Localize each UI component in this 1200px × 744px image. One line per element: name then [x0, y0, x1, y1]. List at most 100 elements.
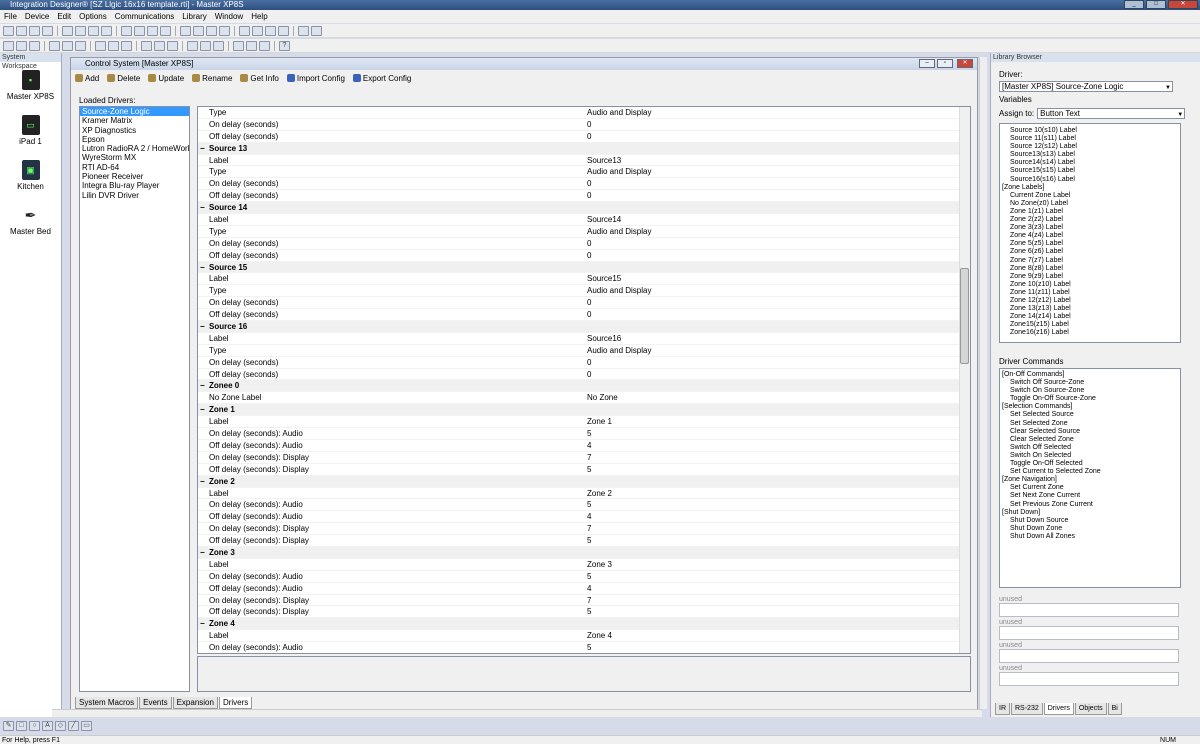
loaded-drivers-list[interactable]: Source-Zone Logic Kramer Matrix XP Diagnos…	[79, 106, 190, 692]
property-row[interactable]: On delay (seconds) 0	[198, 357, 970, 369]
shapes-icon[interactable]	[233, 40, 244, 51]
properties-icon[interactable]	[187, 40, 198, 51]
unused-field[interactable]	[999, 672, 1179, 686]
variable-item[interactable]: Zone 7(z7) Label	[1002, 257, 1180, 265]
property-value[interactable]: 0	[587, 309, 591, 321]
menu-help[interactable]: Help	[247, 10, 271, 23]
property-row[interactable]: On delay (seconds) 0	[198, 119, 970, 131]
open-recent-icon[interactable]	[29, 40, 40, 51]
property-row[interactable]: Type Audio and Display	[198, 226, 970, 238]
undo-icon[interactable]	[95, 40, 106, 51]
collapse-icon[interactable]: −	[200, 404, 205, 416]
property-value[interactable]: 0	[587, 369, 591, 381]
align-left-icon[interactable]	[62, 25, 73, 36]
child-close-button[interactable]: ✕	[957, 59, 973, 68]
menu-edit[interactable]: Edit	[53, 10, 75, 23]
device-kitchen[interactable]: ▣ Kitchen	[0, 160, 61, 191]
group-icon[interactable]	[239, 25, 250, 36]
variable-item[interactable]: Zone 4(z4) Label	[1002, 232, 1180, 240]
property-value[interactable]: 0	[587, 297, 591, 309]
properties-scroll-thumb[interactable]	[960, 268, 969, 364]
library-tab-ir[interactable]: IR	[995, 703, 1010, 715]
property-value[interactable]: Audio and Display	[587, 166, 651, 178]
property-row[interactable]: On delay (seconds): Display 7	[198, 452, 970, 464]
rename-button[interactable]: Rename	[192, 74, 232, 83]
menu-file[interactable]: File	[0, 10, 21, 23]
library-tab-objects[interactable]: Objects	[1074, 703, 1107, 715]
property-category[interactable]: − Source 16	[198, 321, 970, 333]
delete-icon[interactable]	[167, 40, 178, 51]
variable-item[interactable]: Zone 1(z1) Label	[1002, 208, 1180, 216]
property-value[interactable]: Zone 2	[587, 488, 612, 500]
workspace-horizontal-scrollbar[interactable]	[52, 709, 982, 717]
property-row[interactable]: On delay (seconds): Audio 5	[198, 428, 970, 440]
property-value[interactable]: 5	[587, 535, 591, 547]
size-width-icon[interactable]	[180, 25, 191, 36]
command-item[interactable]: Set Current Zone	[1002, 484, 1180, 492]
add-button[interactable]: Add	[75, 74, 99, 83]
rectangle-tool-icon[interactable]: □	[16, 721, 27, 731]
property-row[interactable]: Off delay (seconds) 0	[198, 369, 970, 381]
copy-icon[interactable]	[16, 25, 27, 36]
menu-device[interactable]: Device	[21, 10, 53, 23]
property-value[interactable]: 0	[587, 178, 591, 190]
library-tab-rs-232[interactable]: RS-232	[1011, 703, 1043, 715]
variable-item[interactable]: Source 12(s12) Label	[1002, 143, 1180, 151]
property-row[interactable]: On delay (seconds) 0	[198, 238, 970, 250]
collapse-icon[interactable]: −	[200, 202, 205, 214]
property-row[interactable]: Type Audio and Display	[198, 285, 970, 298]
ungroup-icon[interactable]	[252, 25, 263, 36]
button-tool-icon[interactable]: ▭	[81, 721, 92, 731]
property-value[interactable]: 7	[587, 452, 591, 464]
property-value[interactable]: Audio and Display	[587, 345, 651, 357]
variable-item[interactable]: Zone15(z15) Label	[1002, 321, 1180, 329]
variable-item[interactable]: Zone 11(z11) Label	[1002, 289, 1180, 297]
device-master-bed[interactable]: ✒ Master Bed	[0, 205, 61, 236]
tab-expansion[interactable]: Expansion	[172, 697, 218, 709]
property-value[interactable]: 5	[587, 606, 591, 618]
command-item[interactable]: Set Selected Zone	[1002, 420, 1180, 428]
driver-list-item[interactable]: XP Diagnostics	[80, 126, 189, 135]
library-tab-bi[interactable]: Bi	[1107, 703, 1122, 715]
property-value[interactable]: Zone 1	[587, 416, 612, 428]
driver-list-item[interactable]: Integra Blu-ray Player	[80, 181, 189, 190]
cut-icon[interactable]	[3, 25, 14, 36]
property-value[interactable]: 4	[587, 440, 591, 452]
command-item[interactable]: Clear Selected Zone	[1002, 436, 1180, 444]
property-value[interactable]: 0	[587, 190, 591, 202]
open-icon[interactable]	[16, 40, 27, 51]
variable-item[interactable]: Zone 10(z10) Label	[1002, 281, 1180, 289]
property-value[interactable]: 4	[587, 511, 591, 523]
property-row[interactable]: Label Source16	[198, 333, 970, 345]
driver-list-item[interactable]: Kramer Matrix	[80, 116, 189, 125]
copy-icon[interactable]	[141, 40, 152, 51]
variable-item[interactable]: Source16(s16) Label	[1002, 176, 1180, 184]
variable-item[interactable]: Source14(s14) Label	[1002, 159, 1180, 167]
property-category[interactable]: − Zonee 0	[198, 380, 970, 393]
menu-library[interactable]: Library	[178, 10, 210, 23]
command-item[interactable]: Set Previous Zone Current	[1002, 501, 1180, 509]
property-row[interactable]: Label Zone 3	[198, 559, 970, 571]
variables-list[interactable]: Source 10(s10) Label Source 11(s11) Label…	[999, 123, 1181, 343]
cut-icon[interactable]	[121, 40, 132, 51]
align-bottom-icon[interactable]	[134, 25, 145, 36]
driver-commands-list[interactable]: [On-Off Commands] Switch Off Source-Zone S…	[999, 368, 1181, 588]
redo-icon[interactable]	[108, 40, 119, 51]
delete-button[interactable]: Delete	[107, 74, 140, 83]
property-row[interactable]: On delay (seconds): Display 7	[198, 595, 970, 607]
property-row[interactable]: Off delay (seconds) 0	[198, 190, 970, 203]
command-item[interactable]: Set Next Zone Current	[1002, 492, 1180, 500]
command-item[interactable]: Shut Down Source	[1002, 517, 1180, 525]
property-row[interactable]: Type Audio and Display	[198, 107, 970, 119]
close-button[interactable]: ✕	[1168, 0, 1198, 9]
size-height-icon[interactable]	[193, 25, 204, 36]
library-tab-drivers[interactable]: Drivers	[1043, 703, 1074, 715]
variable-item[interactable]: Source 11(s11) Label	[1002, 135, 1180, 143]
property-value[interactable]: 4	[587, 583, 591, 595]
property-row[interactable]: Off delay (seconds): Audio 4	[198, 583, 970, 595]
command-item[interactable]: Toggle On-Off Selected	[1002, 460, 1180, 468]
variable-item[interactable]: Zone 2(z2) Label	[1002, 216, 1180, 224]
forward-icon[interactable]	[298, 25, 309, 36]
paste-icon[interactable]	[154, 40, 165, 51]
property-row[interactable]: Label Zone 4	[198, 630, 970, 643]
